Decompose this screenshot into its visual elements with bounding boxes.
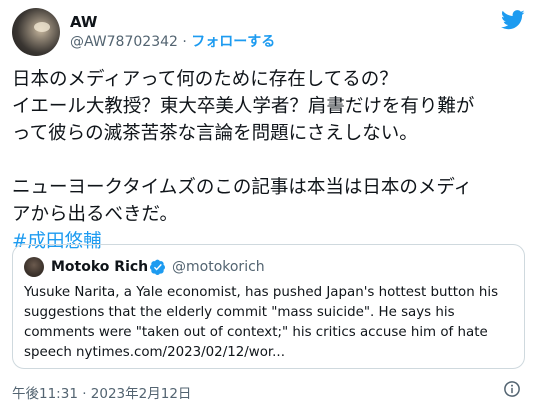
- author-avatar[interactable]: [12, 8, 60, 56]
- quoted-line: Yusuke Narita, a Yale economist, has pus…: [24, 285, 499, 300]
- quoted-author-name: Motoko Rich: [51, 259, 149, 275]
- quoted-tweet[interactable]: Motoko Rich @motokorich Yusuke Narita, a…: [12, 244, 525, 369]
- author-handle-row: @AW78702342 · フォローする: [70, 33, 275, 51]
- quoted-author-avatar: [24, 257, 44, 277]
- tweet-header: AW @AW78702342 · フォローする: [12, 8, 525, 56]
- quoted-line: speech nytimes.com/2023/02/12/wor...: [24, 345, 285, 360]
- tweet-timestamp[interactable]: 午後11:31 · 2023年2月12日: [12, 382, 191, 402]
- follow-button[interactable]: フォローする: [191, 34, 275, 50]
- tweet-line: って彼らの滅茶苦茶な言論を問題にさえしない。: [12, 123, 418, 144]
- tweet-line: ニューヨークタイムズのこの記事は本当は日本のメディ: [12, 177, 473, 198]
- quoted-tweet-text: Yusuke Narita, a Yale economist, has pus…: [24, 283, 516, 363]
- twitter-bird-icon[interactable]: [501, 10, 525, 30]
- info-icon[interactable]: [503, 380, 521, 398]
- tweet-text: 日本のメディアって何のために存在してるの？ イエール大教授？東大卒美人学者？肩書…: [12, 66, 527, 255]
- tweet-line: 日本のメディアって何のために存在してるの？: [12, 69, 398, 90]
- quoted-author-handle: @motokorich: [172, 259, 265, 275]
- author-handle[interactable]: @AW78702342: [70, 34, 178, 50]
- tweet-footer: 午後11:31 · 2023年2月12日: [12, 380, 525, 402]
- quoted-line: comments were "taken out of context;" hi…: [24, 325, 488, 340]
- verified-badge-icon: [150, 259, 165, 275]
- separator: ·: [182, 34, 187, 50]
- tweet-line: イエール大教授？東大卒美人学者？肩書だけを有り難が: [12, 96, 475, 117]
- quoted-line: suggestions that the elderly commit "mas…: [24, 305, 455, 320]
- author-name[interactable]: AW: [70, 13, 97, 31]
- tweet-line: アから出るべきだ。: [12, 204, 178, 225]
